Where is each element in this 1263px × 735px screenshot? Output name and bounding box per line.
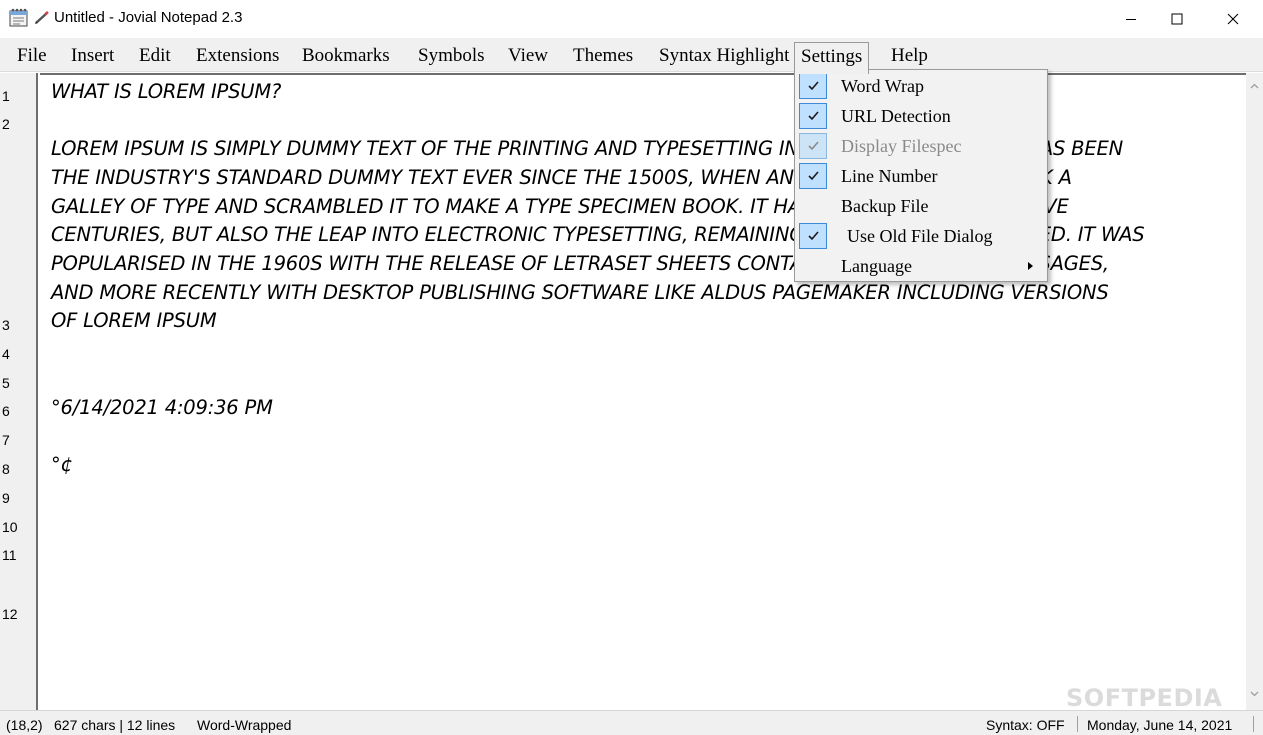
- menu-file[interactable]: File: [11, 42, 53, 70]
- menu-symbols[interactable]: Symbols: [412, 42, 491, 70]
- line-number: 7: [2, 432, 10, 448]
- checkmark-icon: [799, 133, 827, 159]
- menu-item-label: Line Number: [841, 166, 938, 186]
- editor-line: °¢: [51, 453, 73, 476]
- syntax-status: Syntax: OFF: [986, 717, 1065, 733]
- close-icon: [1227, 13, 1239, 25]
- editor-line: AND MORE RECENTLY WITH DESKTOP PUBLISHIN…: [51, 281, 1109, 304]
- menu-item-label: Display Filespec: [841, 136, 962, 156]
- menu-item-backup-file[interactable]: Backup File: [797, 191, 1045, 221]
- line-number-gutter: 1 2 3 4 5 6 7 8 9 10 11 12: [0, 73, 38, 710]
- menu-help[interactable]: Help: [885, 42, 934, 70]
- checkmark-icon: [799, 223, 827, 249]
- line-number: 11: [2, 547, 17, 563]
- menu-item-language[interactable]: Language: [797, 251, 1045, 281]
- menu-extensions[interactable]: Extensions: [190, 42, 285, 70]
- status-separator: [1077, 716, 1078, 732]
- menu-item-word-wrap[interactable]: Word Wrap: [797, 71, 1045, 101]
- checkmark-icon: [799, 163, 827, 189]
- document-stats: 627 chars | 12 lines: [54, 717, 176, 733]
- menu-item-display-filespec: Display Filespec: [797, 131, 1045, 161]
- maximize-button[interactable]: [1154, 0, 1200, 38]
- line-number: 3: [2, 317, 10, 333]
- submenu-arrow-icon: [1028, 262, 1033, 270]
- line-number: 5: [2, 375, 10, 391]
- status-bar: (18,2) 627 chars | 12 lines Word-Wrapped…: [0, 710, 1263, 735]
- menu-item-label: Backup File: [841, 196, 929, 216]
- line-number: 1: [2, 88, 10, 104]
- menu-insert[interactable]: Insert: [65, 42, 120, 70]
- editor-line: OF LOREM IPSUM: [51, 309, 217, 332]
- menu-themes[interactable]: Themes: [567, 42, 639, 70]
- menu-syntax-highlight[interactable]: Syntax Highlight: [653, 42, 795, 70]
- line-number: 4: [2, 346, 10, 362]
- menu-view[interactable]: View: [502, 42, 554, 70]
- minimize-icon: [1126, 19, 1136, 20]
- status-date: Monday, June 14, 2021: [1087, 717, 1233, 733]
- line-number: 9: [2, 490, 10, 506]
- line-number: 8: [2, 461, 10, 477]
- editor-line: WHAT IS LOREM IPSUM?: [51, 80, 282, 103]
- softpedia-watermark: SOFTPEDIA: [1066, 684, 1223, 712]
- menu-item-label: Word Wrap: [841, 76, 924, 96]
- wrap-status: Word-Wrapped: [197, 717, 292, 733]
- menu-item-line-number[interactable]: Line Number: [797, 161, 1045, 191]
- scroll-up-icon[interactable]: [1250, 82, 1259, 91]
- status-separator: [1253, 716, 1254, 732]
- close-button[interactable]: [1210, 0, 1256, 38]
- pen-icon: [35, 11, 49, 24]
- menu-item-label: URL Detection: [841, 106, 951, 126]
- maximize-icon: [1171, 13, 1183, 25]
- line-number: 2: [2, 116, 10, 132]
- menu-bar: File Insert Edit Extensions Bookmarks Sy…: [0, 38, 1263, 74]
- menu-item-use-old-file-dialog[interactable]: Use Old File Dialog: [797, 221, 1045, 251]
- scroll-down-icon[interactable]: [1250, 689, 1259, 698]
- cursor-position: (18,2): [6, 717, 43, 733]
- line-number: 6: [2, 403, 10, 419]
- notepad-app-icon[interactable]: [8, 8, 30, 28]
- checkmark-icon: [799, 103, 827, 129]
- checkmark-icon: [799, 73, 827, 99]
- title-bar: Untitled - Jovial Notepad 2.3: [0, 0, 1263, 38]
- menu-item-url-detection[interactable]: URL Detection: [797, 101, 1045, 131]
- vertical-scrollbar[interactable]: [1246, 73, 1263, 710]
- line-number: 12: [2, 606, 18, 622]
- editor-line: °6/14/2021 4:09:36 PM: [51, 396, 273, 419]
- minimize-button[interactable]: [1108, 0, 1154, 38]
- menu-edit[interactable]: Edit: [133, 42, 177, 70]
- menu-item-label: Use Old File Dialog: [847, 226, 993, 246]
- menu-settings[interactable]: Settings: [794, 42, 870, 74]
- window-title: Untitled - Jovial Notepad 2.3: [54, 9, 243, 26]
- settings-dropdown-menu: Word Wrap URL Detection Display Filespec…: [794, 69, 1048, 282]
- menu-item-label: Language: [841, 256, 912, 276]
- menu-bookmarks[interactable]: Bookmarks: [296, 42, 396, 70]
- text-editor[interactable]: WHAT IS LOREM IPSUM? LOREM IPSUM IS SIMP…: [40, 73, 1246, 710]
- line-number: 10: [2, 519, 18, 535]
